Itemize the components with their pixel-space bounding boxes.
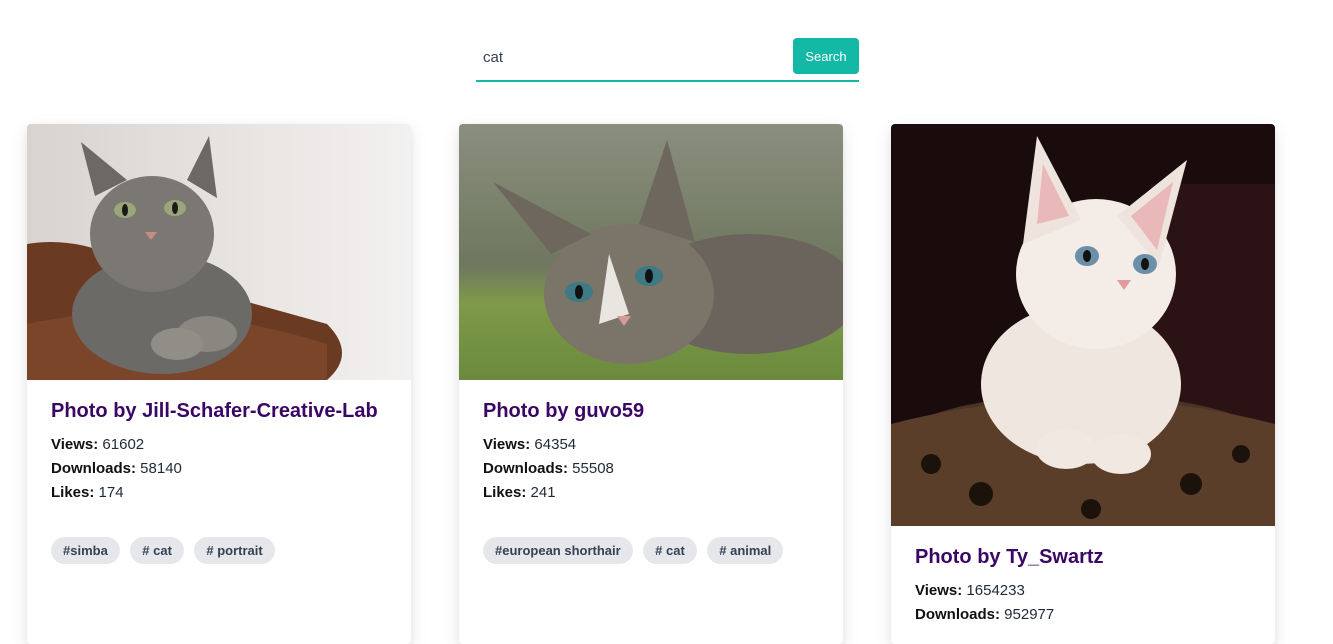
likes-value: 174	[98, 484, 124, 501]
downloads-value: 55508	[572, 460, 614, 477]
white-kitten-photo	[891, 124, 1275, 526]
tag[interactable]: #simba	[51, 537, 120, 564]
downloads-stat: Downloads: 58140	[51, 457, 387, 481]
views-value: 1654233	[966, 582, 1025, 599]
likes-stat: Likes: 174	[51, 481, 387, 505]
downloads-label: Downloads:	[483, 460, 568, 477]
downloads-label: Downloads:	[51, 460, 136, 477]
photo-card: Photo by Ty_Swartz Views: 1654233 Downlo…	[891, 124, 1275, 644]
tabby-cat-photo	[27, 124, 411, 380]
likes-value: 241	[530, 484, 556, 501]
views-stat: Views: 64354	[483, 433, 819, 457]
views-value: 64354	[534, 436, 577, 453]
card-title: Photo by Ty_Swartz	[915, 546, 1104, 568]
downloads-label: Downloads:	[915, 606, 1000, 623]
photo-image[interactable]	[891, 124, 1275, 526]
likes-label: Likes:	[51, 484, 95, 501]
tag[interactable]: # cat	[130, 537, 184, 564]
card-title: Photo by guvo59	[483, 400, 645, 422]
photo-image[interactable]	[27, 124, 411, 380]
views-label: Views:	[915, 582, 963, 599]
views-stat: Views: 1654233	[915, 579, 1251, 603]
tag[interactable]: # animal	[707, 537, 784, 564]
tag[interactable]: # cat	[643, 537, 697, 564]
downloads-stat: Downloads: 952977	[915, 603, 1251, 627]
likes-stat: Likes: 241	[483, 481, 819, 505]
tabby-kitten-photo	[459, 124, 843, 380]
views-stat: Views: 61602	[51, 433, 387, 457]
tag-list: #european shorthair # cat # animal	[483, 537, 819, 564]
photo-card: Photo by guvo59 Views: 64354 Downloads: …	[459, 124, 843, 644]
views-label: Views:	[51, 436, 99, 453]
views-value: 61602	[102, 436, 145, 453]
downloads-stat: Downloads: 55508	[483, 457, 819, 481]
photo-card: Photo by Jill-Schafer-Creative-Lab Views…	[27, 124, 411, 644]
tag[interactable]: #european shorthair	[483, 537, 633, 564]
photo-image[interactable]	[459, 124, 843, 380]
tag[interactable]: # portrait	[194, 537, 275, 564]
downloads-value: 58140	[140, 460, 182, 477]
views-label: Views:	[483, 436, 531, 453]
search-input[interactable]	[476, 38, 793, 76]
search-bar: Search	[476, 38, 859, 82]
search-button[interactable]: Search	[793, 38, 859, 74]
downloads-value: 952977	[1004, 606, 1055, 623]
card-title: Photo by Jill-Schafer-Creative-Lab	[51, 400, 378, 422]
tag-list: #simba # cat # portrait	[51, 537, 387, 564]
likes-label: Likes:	[483, 484, 527, 501]
